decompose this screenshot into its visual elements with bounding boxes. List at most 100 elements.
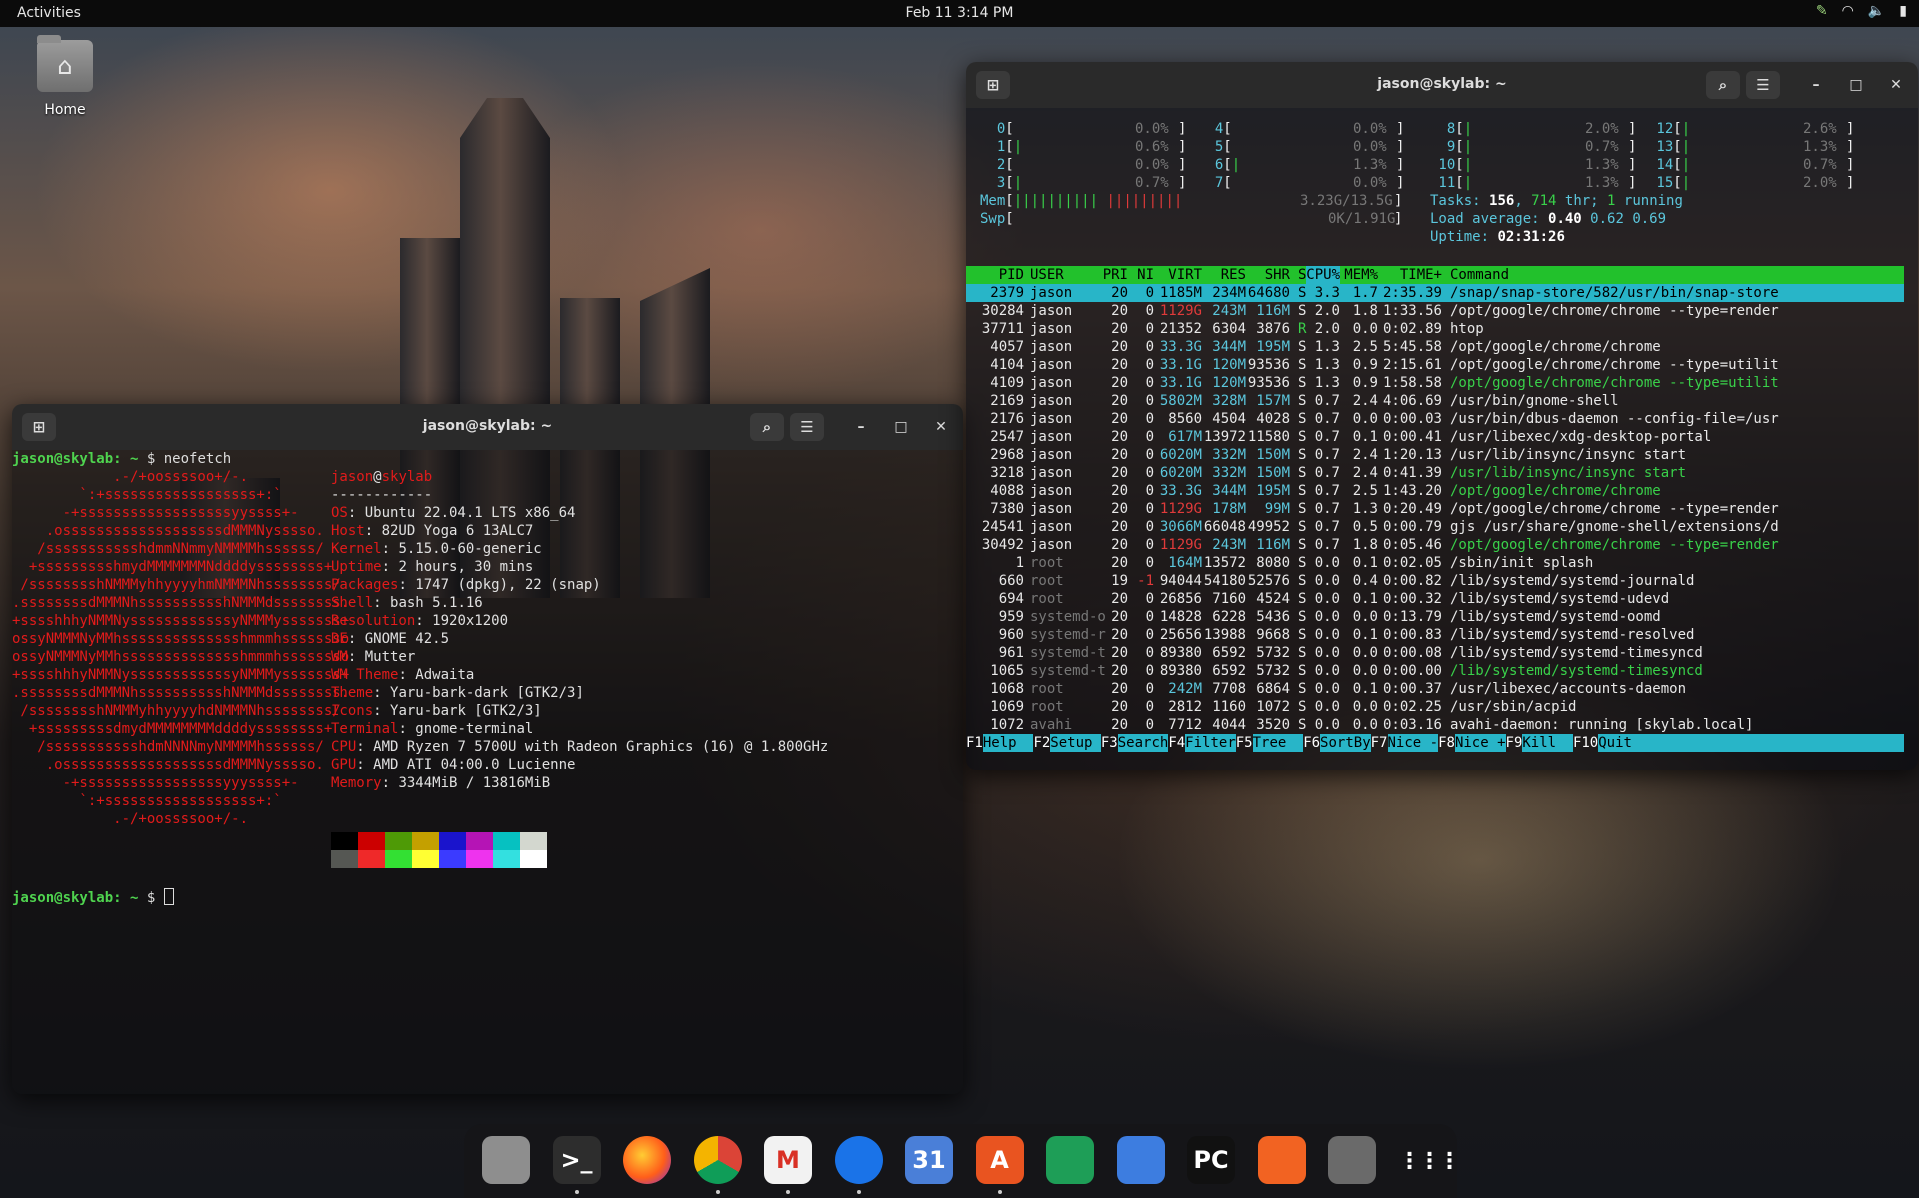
neofetch-terminal-window[interactable]: ⊞ jason@skylab: ~ ⌕ ☰ – □ ✕ jason@skylab… <box>12 404 963 1094</box>
fkey-label[interactable]: Search <box>1117 734 1169 752</box>
desktop-home-icon[interactable]: ⌂ Home <box>30 35 100 118</box>
dock-docs[interactable] <box>1116 1136 1165 1184</box>
dock-calendar[interactable]: 31 <box>905 1136 953 1184</box>
prompt-line[interactable]: jason@skylab: ~ $ <box>12 888 174 907</box>
table-row[interactable]: 1065 systemd-t 20 0 89380 6592 5732 S 0.0 0.0 0:00… <box>966 662 1904 680</box>
column-header-user[interactable]: USER <box>1030 266 1064 284</box>
table-row[interactable]: 4088 jason 20 0 33.3G 344M 195M S 0.7 2.5 1:43.20 /… <box>966 482 1904 500</box>
fkey-f2[interactable]: F2 <box>1033 734 1050 752</box>
search-button[interactable]: ⌕ <box>1706 71 1740 99</box>
fkey-label[interactable]: Quit <box>1598 734 1904 752</box>
dock-messages[interactable] <box>834 1136 883 1184</box>
table-row[interactable]: 1069 root 20 0 2812 1160 1072 S 0.0 0.0 0:02.25/us… <box>966 698 1904 716</box>
fkey-f1[interactable]: F1 <box>966 734 983 752</box>
fkey-f8[interactable]: F8 <box>1438 734 1455 752</box>
menu-button[interactable]: ☰ <box>790 413 824 441</box>
minimize-button[interactable]: – <box>1806 75 1826 95</box>
menu-button[interactable]: ☰ <box>1746 71 1780 99</box>
close-button[interactable]: ✕ <box>931 417 951 437</box>
table-row[interactable]: 1068 root 20 0 242M 7708 6864 S 0.0 0.1 0:00.37/us… <box>966 680 1904 698</box>
dock-files[interactable] <box>482 1136 530 1184</box>
fkey-label[interactable]: Kill <box>1522 734 1573 752</box>
table-row[interactable]: 2547 jason 20 0 617M 13972 11580 S 0.7 0.1 0:00.41… <box>966 428 1904 446</box>
column-header-cpu[interactable]: CPU% <box>1306 266 1340 284</box>
table-row[interactable]: 1 root 20 0 164M 13572 8080 S 0.0 0.1 0:02.05/sbin… <box>966 554 1904 572</box>
column-header-pri[interactable]: PRI <box>1103 266 1128 284</box>
table-row[interactable]: 959 systemd-o 20 0 14828 6228 5436 S 0.0 0.0 0:13.… <box>966 608 1904 626</box>
htop-terminal-window[interactable]: ⊞ jason@skylab: ~ ⌕ ☰ – □ ✕ 0[ 0.0%] 1[|… <box>966 62 1918 770</box>
dock-sketch[interactable] <box>1257 1136 1306 1184</box>
table-row[interactable]: 7380 jason 20 0 1129G 178M 99M S 0.7 1.3 0:20.49/o… <box>966 500 1904 518</box>
column-header-command[interactable]: Command <box>1450 266 1509 284</box>
table-row[interactable]: 2169 jason 20 0 5802M 328M 157M S 0.7 2.4 4:06.69 /… <box>966 392 1904 410</box>
dock-running-indicator <box>715 1190 720 1194</box>
system-tray[interactable]: ✎ ◠ 🔈 ▮ <box>1816 3 1907 19</box>
dock-app-center[interactable]: A <box>975 1136 1024 1184</box>
table-row[interactable]: 4057 jason 20 0 33.3G 344M 195M S 1.3 2.5 5:45.58 /… <box>966 338 1904 356</box>
column-header-virt[interactable]: VIRT <box>1168 266 1202 284</box>
wifi-icon[interactable]: ◠ <box>1842 3 1854 19</box>
table-row[interactable]: 4104 jason 20 0 33.1G 120M 93536 S 1.3 0.9 2:15.61… <box>966 356 1904 374</box>
cpu-meter: 4[ <box>1198 120 1240 138</box>
fkey-label[interactable]: Help <box>982 734 1034 752</box>
pen-icon[interactable]: ✎ <box>1816 3 1828 19</box>
table-row[interactable]: 961 systemd-t 20 0 89380 6592 5732 S 0.0 0.0 0:00.… <box>966 644 1904 662</box>
cell-pid: 1065 <box>990 663 1024 679</box>
htop-content[interactable]: 0[ 0.0%] 1[| 0.6%] 2[ 0.0%] 3[| 0.7%] 4[ 0… <box>966 108 1918 770</box>
search-button[interactable]: ⌕ <box>750 413 784 441</box>
fkey-f10[interactable]: F10 <box>1573 734 1598 752</box>
fkey-f9[interactable]: F9 <box>1506 734 1523 752</box>
table-row[interactable]: 30284 jason 20 0 1129G 243M 116M S 2.0 1.8 1:33.56… <box>966 302 1904 320</box>
fkey-label[interactable]: Setup <box>1050 734 1101 752</box>
terminal-titlebar[interactable]: ⊞ jason@skylab: ~ ⌕ ☰ – □ ✕ <box>966 62 1918 108</box>
table-row[interactable]: 3218 jason 20 0 6020M 332M 150M S 0.7 2.4 0:41.39 /… <box>966 464 1904 482</box>
column-header-pid[interactable]: PID <box>999 266 1024 284</box>
dock-app-grid[interactable]: ⋮⋮⋮ <box>1399 1136 1461 1184</box>
dock-chrome[interactable] <box>693 1136 742 1184</box>
table-row[interactable]: 1072 avahi 20 0 7712 4044 3520 S 0.0 0.0 0:03.16 av… <box>966 716 1904 734</box>
dock-pycharm[interactable]: PC <box>1187 1136 1235 1184</box>
maximize-button[interactable]: □ <box>891 417 911 437</box>
fkey-label[interactable]: Nice - <box>1387 734 1439 752</box>
column-header-s[interactable]: S <box>1298 266 1306 284</box>
fkey-f7[interactable]: F7 <box>1371 734 1388 752</box>
fkey-f3[interactable]: F3 <box>1101 734 1118 752</box>
close-button[interactable]: ✕ <box>1886 75 1906 95</box>
dock-firefox[interactable] <box>623 1136 671 1184</box>
column-header-mem[interactable]: MEM% <box>1344 266 1378 284</box>
fkey-label[interactable]: Tree <box>1252 734 1304 752</box>
table-row[interactable]: 24541 jason 20 0 3066M 66048 49952 S 0.7 0.5 0:00.… <box>966 518 1904 536</box>
terminal-content[interactable]: jason@skylab: ~ $ neofetch .-/+oossssoo+… <box>12 450 963 1094</box>
dock-gimp[interactable] <box>1328 1136 1376 1184</box>
table-row[interactable]: 4109 jason 20 0 33.1G 120M 93536 S 1.3 0.9 1:58.58… <box>966 374 1904 392</box>
maximize-button[interactable]: □ <box>1846 75 1866 95</box>
table-row[interactable]: 37711 jason 20 0 21352 6304 3876 R 2.0 0.0 0:02.89… <box>966 320 1904 338</box>
clock[interactable]: Feb 11 3:14 PM <box>0 5 1919 21</box>
fkey-f5[interactable]: F5 <box>1236 734 1253 752</box>
battery-icon[interactable]: ▮ <box>1899 3 1907 19</box>
dock-terminal[interactable]: >_ <box>552 1136 601 1184</box>
fkey-label[interactable]: SortBy <box>1320 734 1371 752</box>
fkey-f6[interactable]: F6 <box>1303 734 1320 752</box>
table-row[interactable]: 660 root 19 -1 94044 54180 52576 S 0.0 0.4 0:00.82… <box>966 572 1904 590</box>
dock-gmail[interactable]: M <box>764 1136 812 1184</box>
terminal-titlebar[interactable]: ⊞ jason@skylab: ~ ⌕ ☰ – □ ✕ <box>12 404 963 450</box>
column-header-shr[interactable]: SHR <box>1265 266 1290 284</box>
fkey-f4[interactable]: F4 <box>1168 734 1185 752</box>
table-row[interactable]: 30492 jason 20 0 1129G 243M 116M S 0.7 1.8 0:05.46… <box>966 536 1904 554</box>
table-row[interactable]: 2379 jason 20 0 1185M 234M 64680 S 3.3 1.7 2:35.39… <box>966 284 1904 302</box>
dock-sheets[interactable] <box>1046 1136 1094 1184</box>
minimize-button[interactable]: – <box>851 417 871 437</box>
column-header-time[interactable]: TIME+ <box>1400 266 1442 284</box>
fkey-label[interactable]: Filter <box>1185 734 1236 752</box>
fkey-label[interactable]: Nice + <box>1454 734 1506 752</box>
column-header-ni[interactable]: NI <box>1137 266 1154 284</box>
volume-icon[interactable]: 🔈 <box>1868 3 1885 19</box>
table-row[interactable]: 2968 jason 20 0 6020M 332M 150M S 0.7 2.4 1:20.13 /… <box>966 446 1904 464</box>
column-header-res[interactable]: RES <box>1221 266 1246 284</box>
table-row[interactable]: 694 root 20 0 26856 7160 4524 S 0.0 0.1 0:00.32/li… <box>966 590 1904 608</box>
table-row[interactable]: 2176 jason 20 0 8560 4504 4028 S 0.7 0.0 0:00.03/u… <box>966 410 1904 428</box>
cell-pri: 20 <box>1111 285 1128 301</box>
table-row[interactable]: 960 systemd-r 20 0 25656 13988 9668 S 0.0 0.1 0:00… <box>966 626 1904 644</box>
process-table-header[interactable]: PID USER PRI NI VIRT RES SHR S CPU% MEM% TIME+ Comm… <box>966 266 1904 284</box>
